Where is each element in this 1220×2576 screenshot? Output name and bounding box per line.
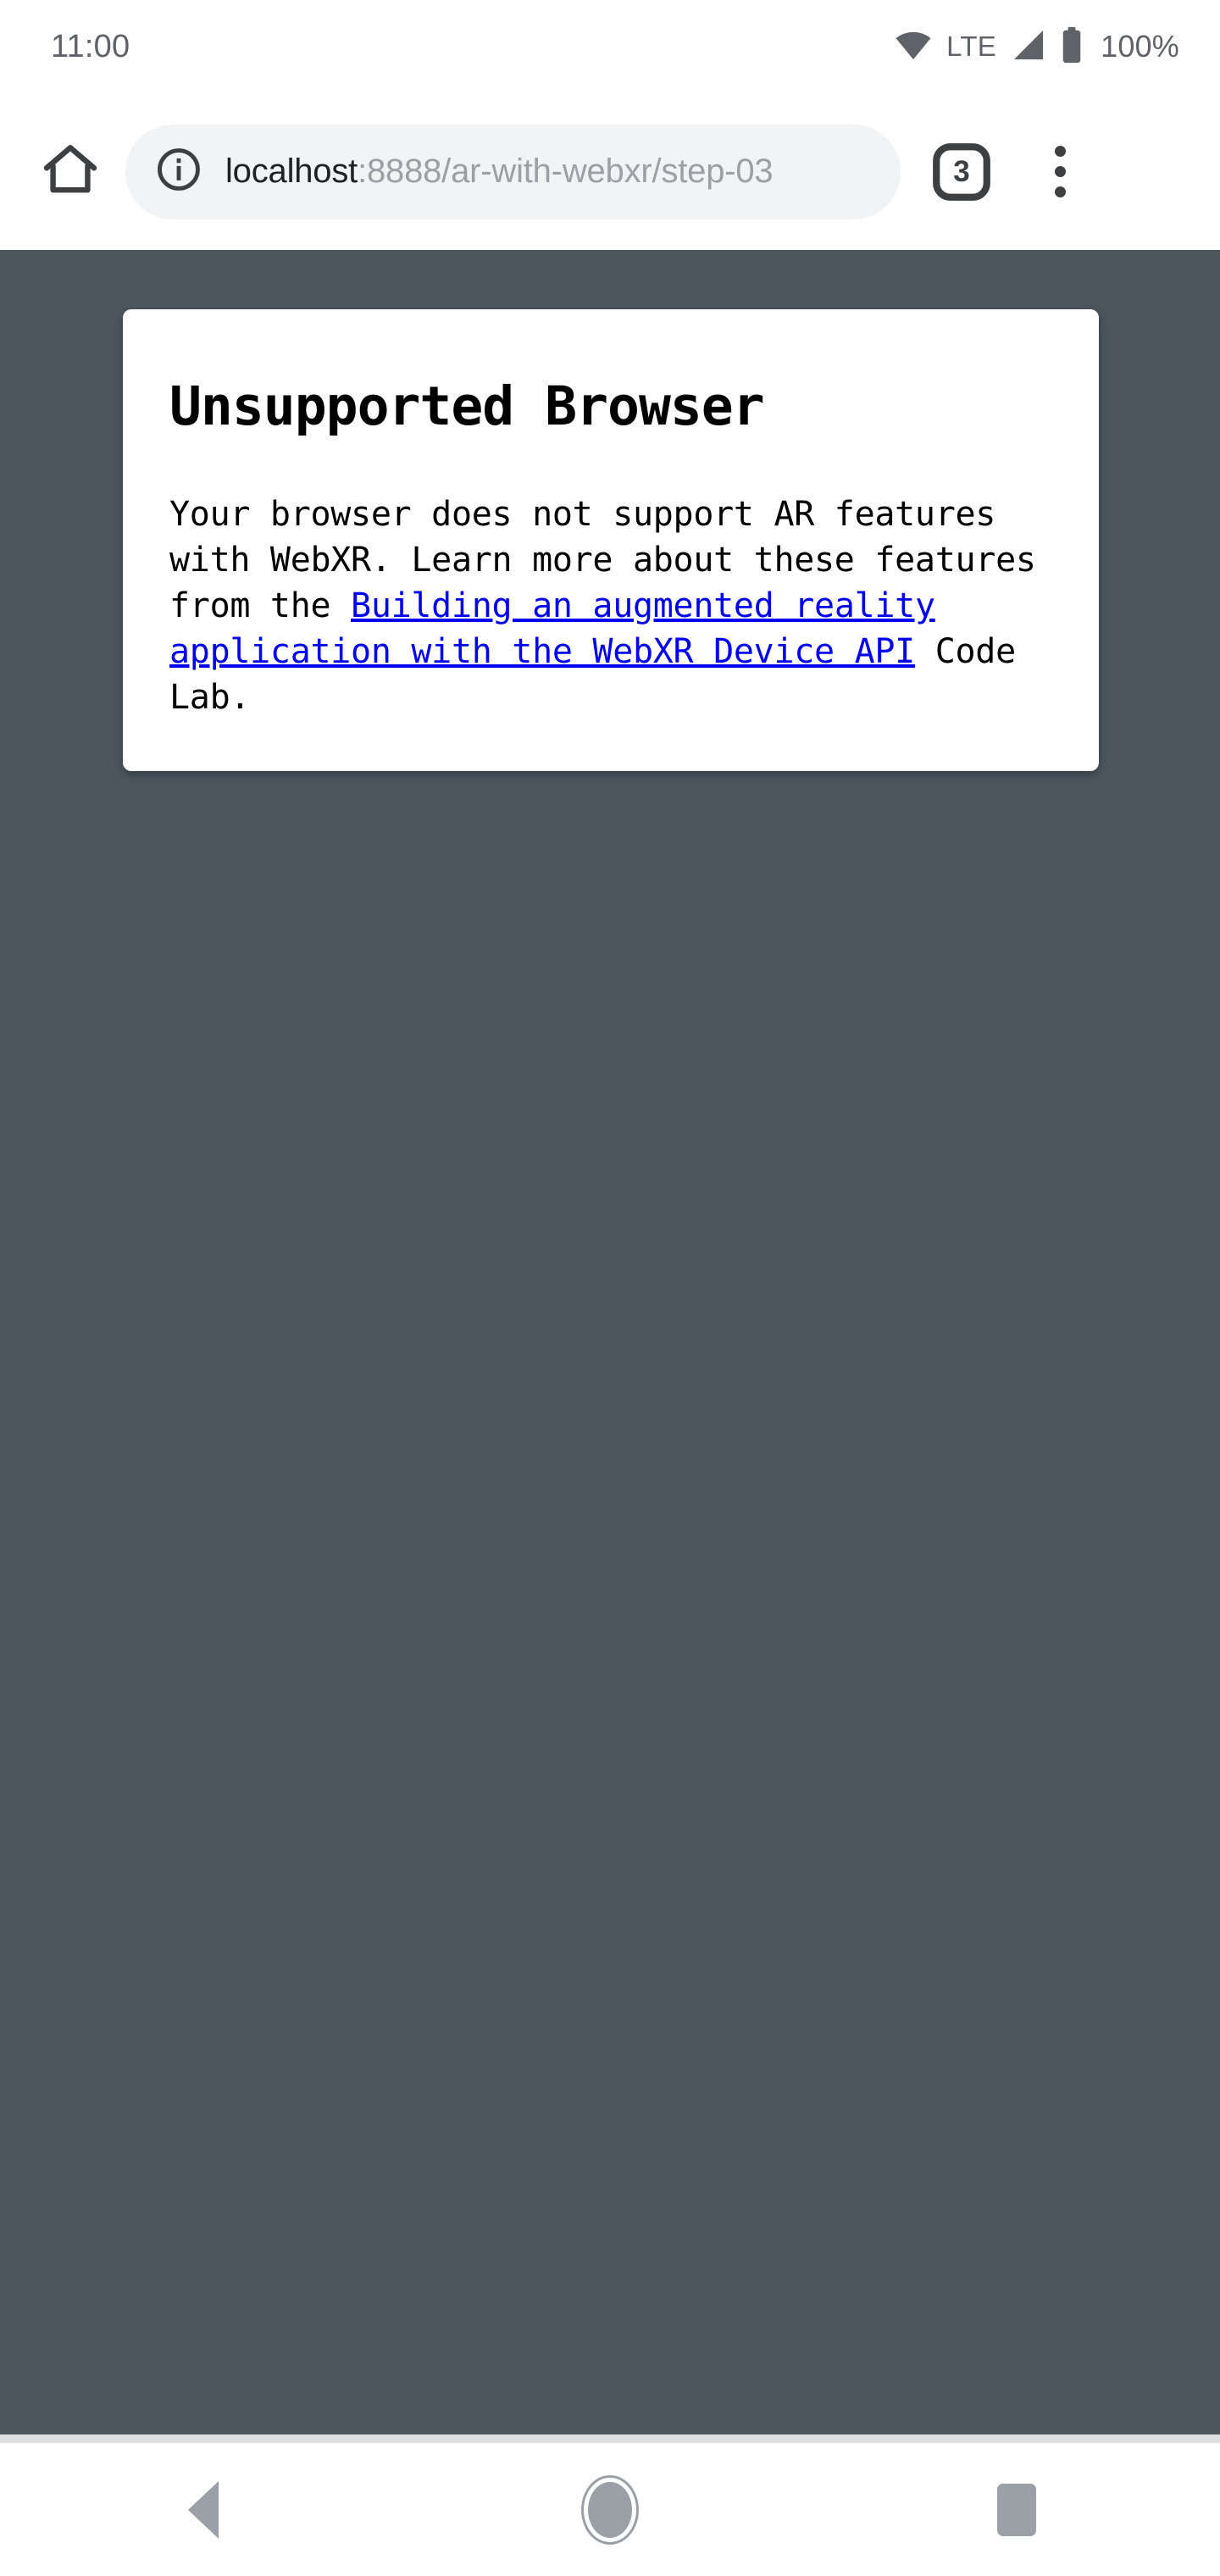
android-nav-bar [0, 2443, 1220, 2576]
wifi-icon [895, 30, 932, 64]
back-icon [188, 2480, 219, 2539]
battery-percent-label: 100% [1101, 29, 1179, 64]
unsupported-browser-card: Unsupported Browser Your browser does no… [123, 309, 1099, 771]
tab-switcher-button[interactable]: 3 [921, 131, 1002, 213]
home-button[interactable] [24, 125, 117, 219]
menu-dot [1054, 186, 1066, 197]
card-body-text: Your browser does not support AR feature… [169, 491, 1052, 720]
url-host: localhost [225, 153, 358, 190]
info-circle-icon [154, 145, 203, 198]
web-page-content: Unsupported Browser Your browser does no… [0, 250, 1220, 2434]
status-bar: 11:00 LTE 100% [0, 0, 1220, 93]
omnibox-url-text: localhost:8888/ar-with-webxr/step-03 [225, 153, 774, 191]
home-icon [41, 140, 100, 203]
status-bar-indicators: LTE 100% [895, 26, 1179, 68]
site-info-button[interactable] [154, 147, 203, 197]
home-circle-icon [588, 2481, 632, 2538]
url-path: :8888/ar-with-webxr/step-03 [358, 153, 774, 190]
nav-back-button[interactable] [0, 2443, 407, 2576]
nav-recents-button[interactable] [813, 2443, 1220, 2576]
overflow-menu-button[interactable] [1019, 131, 1101, 213]
menu-dot [1054, 166, 1066, 177]
nav-home-button[interactable] [407, 2443, 813, 2576]
tab-count-label: 3 [953, 154, 970, 188]
phone-screen: 11:00 LTE 100% localhost:8888/ar-with-we… [0, 0, 1220, 2576]
signal-bars-icon [1011, 29, 1046, 65]
card-title: Unsupported Browser [169, 375, 765, 437]
nav-bar-divider [0, 2434, 1220, 2443]
recents-square-icon [997, 2483, 1036, 2536]
battery-full-icon [1061, 26, 1083, 68]
network-type-label: LTE [946, 31, 997, 62]
omnibox[interactable]: localhost:8888/ar-with-webxr/step-03 [125, 124, 901, 219]
status-bar-clock: 11:00 [51, 28, 130, 64]
browser-toolbar: localhost:8888/ar-with-webxr/step-03 3 [0, 93, 1220, 250]
three-dot-menu-icon [1054, 146, 1066, 157]
